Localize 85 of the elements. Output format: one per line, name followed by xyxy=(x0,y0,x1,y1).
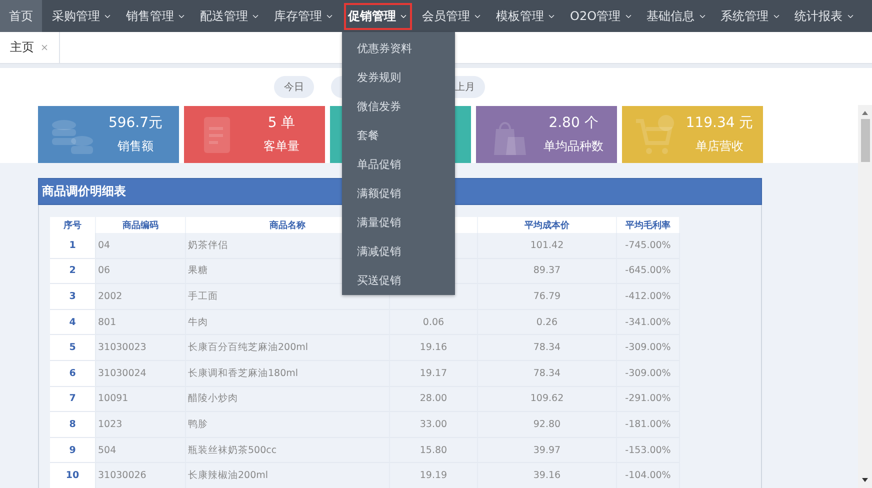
table-cell: -291.00% xyxy=(617,386,680,412)
table-cell: 长康调和香芝麻油180ml xyxy=(186,360,390,387)
stat-label: 单均品种数 xyxy=(544,138,604,155)
table-cell: 6 xyxy=(50,360,96,387)
date-filter-button[interactable]: 今日 xyxy=(274,76,314,98)
table-cell: -341.00% xyxy=(617,310,680,336)
table-cell: 长康百分百纯芝麻油200ml xyxy=(186,335,390,361)
table-cell: 10 xyxy=(50,463,96,488)
table-cell: -412.00% xyxy=(617,284,680,310)
table-cell: 0.06 xyxy=(390,310,478,336)
table-cell: 1 xyxy=(50,233,96,259)
table-cell: 31030023 xyxy=(96,335,186,361)
nav-menu-item[interactable]: 基础信息 xyxy=(636,0,711,32)
table-cell: 2002 xyxy=(96,284,186,310)
table-cell: 长康辣椒油200ml xyxy=(186,463,390,488)
table-cell: 89.37 xyxy=(478,258,617,284)
table-cell: 7 xyxy=(50,386,96,412)
table-cell: 5 xyxy=(50,335,96,361)
table-cell: -309.00% xyxy=(617,335,680,361)
table-cell: 101.42 xyxy=(478,233,617,259)
nav-menu-item[interactable]: O2O管理 xyxy=(560,0,637,32)
nav-menu-item[interactable]: 系统管理 xyxy=(710,0,785,32)
table-cell: 2 xyxy=(50,258,96,284)
nav-menu-item[interactable]: 采购管理 xyxy=(42,0,116,32)
table-cell: 76.79 xyxy=(478,284,617,310)
table-cell: -645.00% xyxy=(617,258,680,284)
table-cell: -309.00% xyxy=(617,360,680,387)
stat-label: 单店营收 xyxy=(696,138,744,155)
table-cell: 801 xyxy=(96,310,186,336)
table-cell: 31030024 xyxy=(96,360,186,387)
table-cell: 3 xyxy=(50,284,96,310)
stat-value: 119.34 元 xyxy=(686,114,754,132)
table-cell: 1023 xyxy=(96,412,186,438)
column-header: 平均成本价 xyxy=(478,217,617,233)
nav-menu-item[interactable]: 促销管理 xyxy=(338,0,412,32)
table-cell: 鸭胗 xyxy=(186,412,390,438)
nav-menu-item[interactable]: 库存管理 xyxy=(264,0,338,32)
table-cell: 19.17 xyxy=(390,360,478,387)
table-cell: -745.00% xyxy=(617,233,680,259)
table-cell: 牛肉 xyxy=(186,310,390,336)
table-cell: -153.00% xyxy=(617,438,680,464)
stat-value: 2.80 个 xyxy=(548,114,598,132)
dropdown-item[interactable]: 单品促销 xyxy=(342,150,455,179)
table-cell: 39.97 xyxy=(478,438,617,464)
stat-label: 客单量 xyxy=(264,138,300,155)
table-cell: 504 xyxy=(96,438,186,464)
table-cell: 109.62 xyxy=(478,386,617,412)
table-cell: 31030026 xyxy=(96,463,186,488)
table-cell: 瓶装丝袜奶茶500cc xyxy=(186,438,390,464)
table-cell: 33.00 xyxy=(390,412,478,438)
table-cell: 0.26 xyxy=(478,310,617,336)
column-header: 平均毛利率 xyxy=(617,217,680,233)
column-header: 序号 xyxy=(50,217,96,233)
nav-menu-item[interactable]: 销售管理 xyxy=(116,0,190,32)
scroll-down-icon[interactable] xyxy=(861,476,869,484)
scrollbar[interactable] xyxy=(858,105,872,488)
nav-menu-item[interactable]: 首页 xyxy=(0,0,42,32)
stat-value: 596.7元 xyxy=(108,114,163,132)
column-header: 商品编码 xyxy=(96,217,186,233)
table-cell: 4 xyxy=(50,310,96,336)
table-cell: -181.00% xyxy=(617,412,680,438)
table-cell: 8 xyxy=(50,412,96,438)
nav-menu-item[interactable]: 模板管理 xyxy=(486,0,560,32)
stat-value: 5 单 xyxy=(268,114,296,132)
table-cell: 78.34 xyxy=(478,360,617,387)
table-cell: 15.80 xyxy=(390,438,478,464)
table-cell: 92.80 xyxy=(478,412,617,438)
dropdown-item[interactable]: 套餐 xyxy=(342,121,455,150)
stat-label: 销售额 xyxy=(118,138,154,155)
table-cell: 19.16 xyxy=(390,335,478,361)
table-cell: 78.34 xyxy=(478,335,617,361)
dropdown-item[interactable]: 优惠券资料 xyxy=(342,34,455,63)
nav-menu-item[interactable]: 统计报表 xyxy=(784,0,859,32)
table-cell: 9 xyxy=(50,438,96,464)
nav-menu-item[interactable]: 配送管理 xyxy=(190,0,264,32)
nav-menu-item[interactable]: 会员管理 xyxy=(412,0,486,32)
table-cell: 10091 xyxy=(96,386,186,412)
table-cell: 28.00 xyxy=(390,386,478,412)
table-cell: 04 xyxy=(96,233,186,259)
close-icon[interactable] xyxy=(40,43,49,52)
dropdown-item[interactable]: 满额促销 xyxy=(342,179,455,208)
scrollbar-thumb[interactable] xyxy=(860,119,870,162)
scroll-up-icon[interactable] xyxy=(861,109,869,117)
table-cell: 醋陵小炒肉 xyxy=(186,386,390,412)
table-cell: 06 xyxy=(96,258,186,284)
